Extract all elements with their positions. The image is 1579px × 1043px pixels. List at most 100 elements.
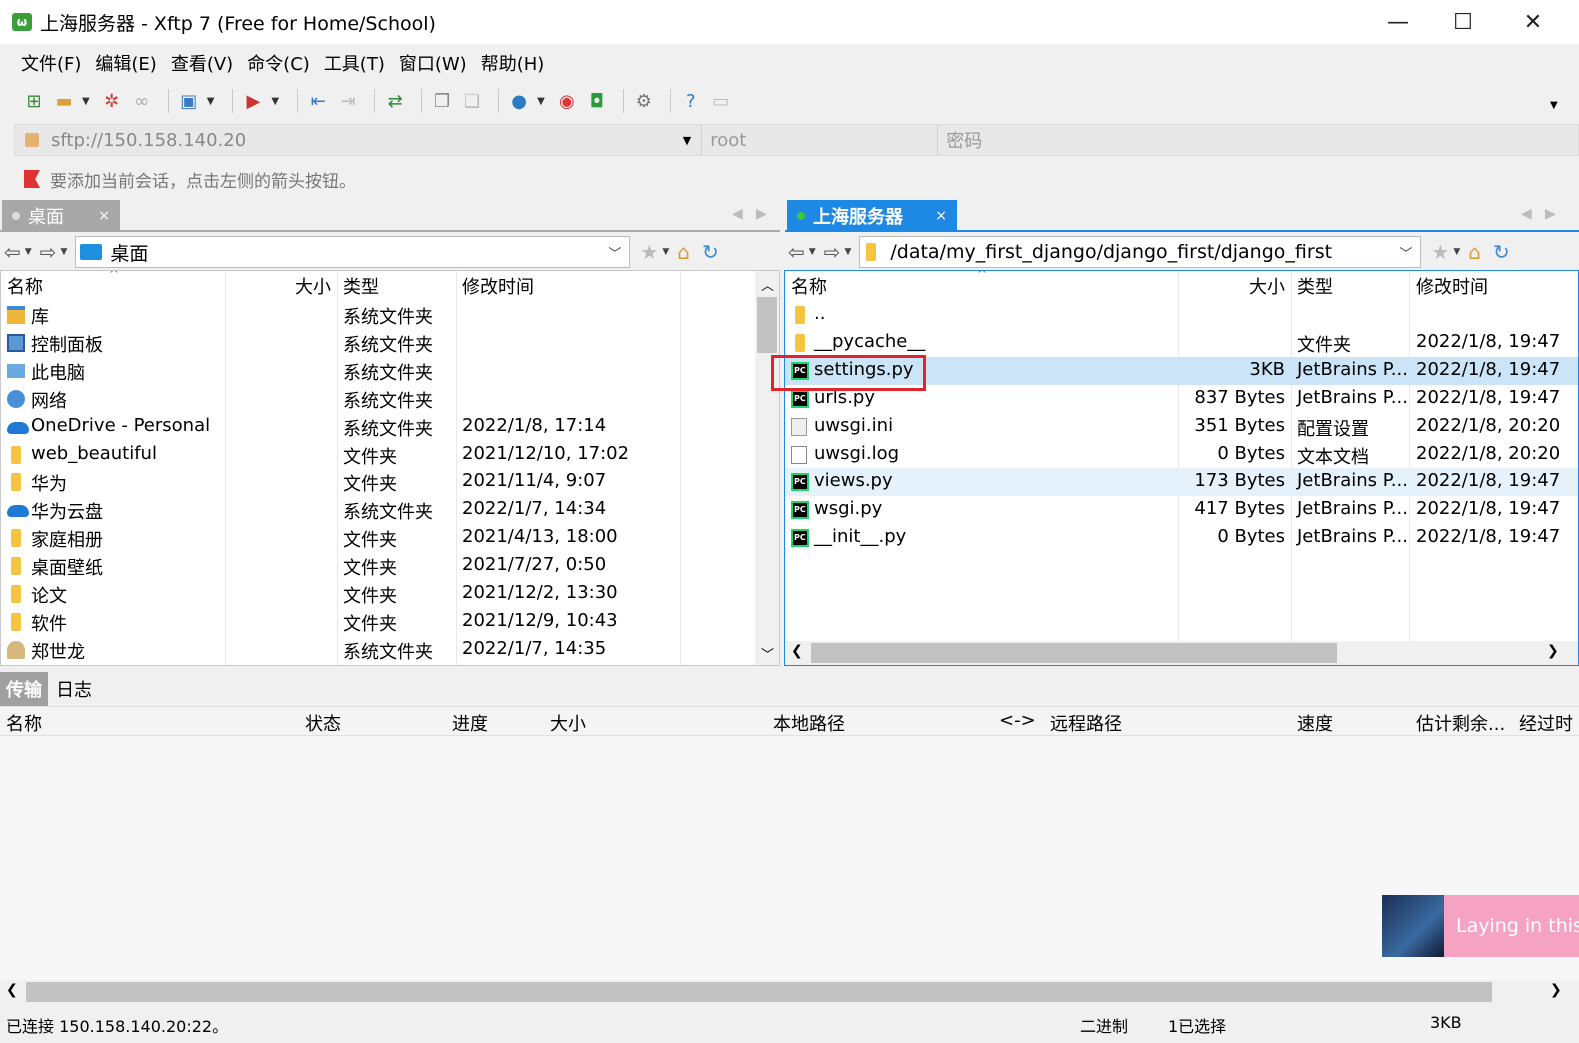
refresh-icon[interactable]: ↻ bbox=[702, 240, 719, 264]
session-manager-icon[interactable]: ▣ bbox=[177, 89, 201, 113]
table-row[interactable]: 论文 文件夹 2021/12/2, 13:30 bbox=[1, 580, 757, 608]
xfer-col-status[interactable]: 状态 bbox=[305, 710, 341, 736]
col-size-header[interactable]: 大小 bbox=[295, 271, 331, 301]
menu-edit[interactable]: 编辑(E) bbox=[88, 50, 163, 76]
table-row[interactable]: 华为云盘 系统文件夹 2022/1/7, 14:34 bbox=[1, 496, 757, 524]
col-modified-header[interactable]: 修改时间 bbox=[1416, 271, 1488, 301]
table-row[interactable]: OneDrive - Personal 系统文件夹 2022/1/8, 17:14 bbox=[1, 413, 757, 441]
chevron-down-icon[interactable]: ﹀ bbox=[1399, 243, 1412, 262]
scroll-left-icon[interactable]: ❮ bbox=[791, 643, 803, 659]
menu-file[interactable]: 文件(F) bbox=[14, 50, 88, 76]
scroll-left-icon[interactable]: ❮ bbox=[6, 982, 18, 998]
table-row[interactable]: 此电脑 系统文件夹 bbox=[1, 357, 757, 385]
host-dropdown-icon[interactable]: ▼ bbox=[683, 134, 691, 147]
refresh-icon[interactable]: ↻ bbox=[1493, 240, 1510, 264]
transfer-horizontal-scrollbar[interactable]: ❮ ❯ bbox=[0, 980, 1579, 1004]
password-input[interactable]: 密码 bbox=[938, 127, 1578, 153]
xfer-col-elapsed[interactable]: 经过时 bbox=[1519, 710, 1573, 736]
back-arrow-icon[interactable]: ⇦ bbox=[788, 240, 805, 264]
chat-icon[interactable]: ▭ bbox=[709, 89, 733, 113]
music-notification[interactable]: Laying in this bbox=[1382, 895, 1579, 957]
disconnect-icon[interactable]: ∞ bbox=[130, 89, 154, 113]
terminal-dropdown-icon[interactable]: ▼ bbox=[271, 96, 279, 107]
table-row[interactable]: 家庭相册 文件夹 2021/4/13, 18:00 bbox=[1, 524, 757, 552]
tab-next-icon[interactable]: ▶ bbox=[756, 206, 767, 222]
tab-prev-icon[interactable]: ◀ bbox=[1521, 206, 1532, 222]
xfer-col-direction[interactable]: <-> bbox=[999, 710, 1036, 731]
vertical-scrollbar[interactable]: ︿ ﹀ bbox=[755, 271, 779, 665]
forward-arrow-icon[interactable]: ⇨ bbox=[824, 240, 841, 264]
table-row[interactable]: web_beautiful 文件夹 2021/12/10, 17:02 bbox=[1, 441, 757, 469]
home-folder-icon[interactable]: ⌂ bbox=[1468, 240, 1481, 264]
back-dropdown-icon[interactable]: ▼ bbox=[809, 247, 816, 257]
scrollbar-thumb[interactable] bbox=[811, 643, 1337, 663]
open-dropdown-icon[interactable]: ▼ bbox=[82, 96, 90, 107]
menu-help[interactable]: 帮助(H) bbox=[474, 50, 552, 76]
scroll-right-icon[interactable]: ❯ bbox=[1547, 643, 1559, 659]
table-row[interactable]: uwsgi.ini 351 Bytes 配置设置 2022/1/8, 20:20 bbox=[785, 413, 1578, 441]
table-row[interactable]: PC wsgi.py 417 Bytes JetBrains P... 2022/1/8… bbox=[785, 496, 1578, 524]
settings-gear-icon[interactable]: ⚙ bbox=[632, 89, 656, 113]
xfer-col-speed[interactable]: 速度 bbox=[1297, 710, 1333, 736]
tab-desktop[interactable]: 桌面 × bbox=[2, 200, 120, 232]
copy-icon[interactable]: ❐ bbox=[430, 89, 454, 113]
favorite-star-icon[interactable]: ★ bbox=[1431, 240, 1449, 264]
open-folder-icon[interactable]: ▬ bbox=[52, 89, 76, 113]
table-row[interactable]: 控制面板 系统文件夹 bbox=[1, 329, 757, 357]
table-row[interactable]: 网络 系统文件夹 bbox=[1, 385, 757, 413]
upload-icon[interactable]: ⇤ bbox=[306, 89, 330, 113]
favorite-dropdown-icon[interactable]: ▼ bbox=[662, 247, 669, 257]
table-row[interactable]: 郑世龙 系统文件夹 2022/1/7, 14:35 bbox=[1, 636, 757, 664]
right-path-input[interactable]: /data/my_first_django/django_first/djang… bbox=[859, 236, 1422, 268]
menu-tools[interactable]: 工具(T) bbox=[317, 50, 392, 76]
terminal-icon[interactable]: ▶ bbox=[241, 89, 265, 113]
xshell-icon[interactable]: ◉ bbox=[555, 89, 579, 113]
xfer-col-remote-path[interactable]: 远程路径 bbox=[1050, 710, 1122, 736]
forward-dropdown-icon[interactable]: ▼ bbox=[844, 247, 851, 257]
col-type-header[interactable]: 类型 bbox=[1297, 271, 1333, 301]
username-input[interactable]: root bbox=[702, 130, 937, 151]
globe-icon[interactable]: ● bbox=[507, 89, 531, 113]
toolbar-overflow-icon[interactable]: ▼ bbox=[1550, 100, 1558, 111]
menu-view[interactable]: 查看(V) bbox=[164, 50, 240, 76]
tab-prev-icon[interactable]: ◀ bbox=[732, 206, 743, 222]
close-button[interactable]: ✕ bbox=[1498, 0, 1568, 44]
scrollbar-thumb[interactable] bbox=[26, 982, 1492, 1002]
transfer-mode[interactable]: 二进制 bbox=[1080, 1013, 1128, 1037]
host-input[interactable]: sftp://150.158.140.20 bbox=[51, 130, 683, 151]
chevron-down-icon[interactable]: ﹀ bbox=[608, 243, 621, 262]
forward-dropdown-icon[interactable]: ▼ bbox=[60, 247, 67, 257]
globe-dropdown-icon[interactable]: ▼ bbox=[537, 96, 545, 107]
back-dropdown-icon[interactable]: ▼ bbox=[25, 247, 32, 257]
scroll-down-icon[interactable]: ﹀ bbox=[761, 644, 774, 663]
col-size-header[interactable]: 大小 bbox=[1249, 271, 1285, 301]
menu-window[interactable]: 窗口(W) bbox=[392, 50, 474, 76]
download-icon[interactable]: ⇥ bbox=[336, 89, 360, 113]
menu-command[interactable]: 命令(C) bbox=[240, 50, 317, 76]
tab-close-icon[interactable]: × bbox=[98, 208, 110, 224]
xfer-col-name[interactable]: 名称 bbox=[6, 710, 42, 736]
scrollbar-thumb[interactable] bbox=[757, 297, 777, 353]
home-folder-icon[interactable]: ⌂ bbox=[677, 240, 690, 264]
favorite-star-icon[interactable]: ★ bbox=[640, 240, 658, 264]
tab-transfer[interactable]: 传输 bbox=[0, 672, 48, 706]
table-row[interactable]: __pycache__ 文件夹 2022/1/8, 19:47 bbox=[785, 329, 1578, 357]
col-name-header[interactable]: 名称 bbox=[7, 271, 43, 301]
minimize-button[interactable]: — bbox=[1363, 0, 1433, 44]
xfer-col-size[interactable]: 大小 bbox=[550, 710, 586, 736]
bookmark-flag-icon[interactable] bbox=[24, 170, 40, 188]
new-session-icon[interactable]: ⊞ bbox=[22, 89, 46, 113]
left-path-input[interactable]: 桌面 ﹀ bbox=[75, 236, 631, 268]
connect-icon[interactable]: ✲ bbox=[100, 89, 124, 113]
help-icon[interactable]: ? bbox=[679, 89, 703, 113]
col-name-header[interactable]: 名称 bbox=[791, 271, 827, 301]
table-row[interactable]: PC views.py 173 Bytes JetBrains P... 2022/1/… bbox=[785, 468, 1578, 497]
col-modified-header[interactable]: 修改时间 bbox=[462, 271, 534, 301]
tab-log[interactable]: 日志 bbox=[48, 672, 100, 706]
xfer-col-eta[interactable]: 估计剩余... bbox=[1416, 710, 1505, 736]
table-row[interactable]: PC __init__.py 0 Bytes JetBrains P... 2022/1… bbox=[785, 524, 1578, 552]
forward-arrow-icon[interactable]: ⇨ bbox=[40, 240, 57, 264]
col-type-header[interactable]: 类型 bbox=[343, 271, 379, 301]
table-row[interactable]: .. bbox=[785, 301, 1578, 329]
table-row[interactable]: 软件 文件夹 2021/12/9, 10:43 bbox=[1, 608, 757, 636]
